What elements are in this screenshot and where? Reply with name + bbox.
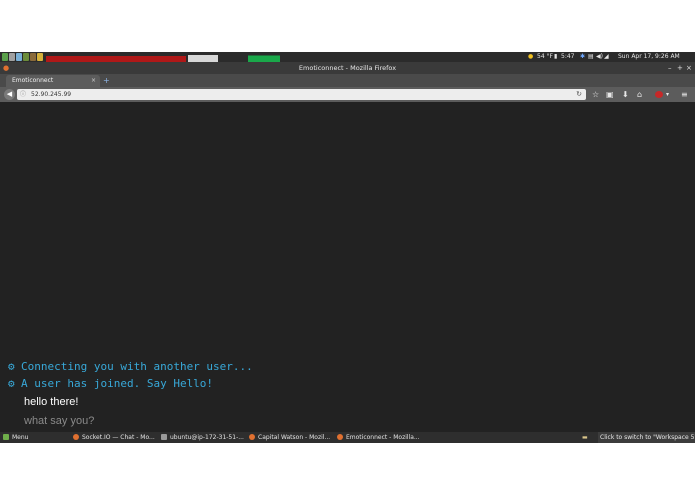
maximize-icon[interactable]: + (677, 62, 683, 74)
memory-graph (188, 52, 218, 62)
tab-bar: Emoticonnect × + (0, 74, 695, 87)
weather-icon[interactable]: ● (528, 52, 533, 62)
window-titlebar: ● Emoticonnect - Mozilla Firefox – + × (0, 62, 695, 74)
folder-icon[interactable]: ▬ (582, 432, 588, 443)
firefox-icon (337, 434, 343, 440)
taskbar-item[interactable]: Emoticonnect - Mozilla... (337, 432, 420, 443)
tab-label: Emoticonnect (12, 77, 54, 84)
gear-icon: ⚙ (8, 360, 15, 373)
taskbar-item[interactable]: ubuntu@ip-172-31-51-... (161, 432, 244, 443)
launcher-icon[interactable] (9, 53, 15, 61)
firefox-icon (73, 434, 79, 440)
launcher-icon[interactable] (2, 53, 8, 61)
weather-label[interactable]: 54 °F (537, 52, 553, 62)
info-icon[interactable]: ⓘ (20, 89, 26, 100)
tab-emoticonnect[interactable]: Emoticonnect × (6, 75, 100, 87)
system-message-text: A user has joined. Say Hello! (21, 377, 214, 390)
workspace-tooltip: Click to switch to "Workspace 5" (598, 432, 695, 443)
gear-icon: ⚙ (8, 377, 15, 390)
taskbar: Menu Socket.IO — Chat - Mo... ubuntu@ip-… (0, 432, 695, 443)
mint-menu-icon (3, 434, 9, 440)
adblock-icon[interactable] (655, 91, 663, 98)
launcher-icon[interactable] (16, 53, 22, 61)
firefox-icon (249, 434, 255, 440)
bookmarks-icon[interactable]: ▣ (606, 89, 614, 100)
window-title: Emoticonnect - Mozilla Firefox (298, 64, 397, 72)
chevron-down-icon[interactable]: ▾ (666, 89, 669, 100)
reload-icon[interactable]: ↻ (576, 89, 582, 100)
message-input[interactable] (22, 413, 426, 429)
minimize-icon[interactable]: – (668, 62, 672, 74)
network-graph (248, 52, 280, 62)
taskbar-item[interactable]: Socket.IO — Chat - Mo... (73, 432, 155, 443)
new-tab-button[interactable]: + (103, 74, 110, 87)
battery-icon[interactable]: ▮ (554, 52, 557, 62)
system-panel: ● 54 °F ▮ 5:47 ✱ ▤ ◀) ◢ Sun Apr 17, 9:26… (0, 52, 695, 62)
menu-button[interactable]: Menu (3, 432, 28, 443)
close-icon[interactable]: × (686, 62, 692, 74)
menu-label: Menu (12, 434, 29, 441)
menu-icon[interactable]: ≡ (681, 89, 688, 100)
tab-close-icon[interactable]: × (91, 75, 96, 87)
taskbar-item-label: ubuntu@ip-172-31-51-... (170, 434, 244, 441)
launcher-icon[interactable] (23, 53, 29, 61)
launcher-icon[interactable] (30, 53, 36, 61)
taskbar-item-label: Capital Watson - Mozil... (258, 434, 331, 441)
system-message: ⚙ A user has joined. Say Hello! (8, 377, 213, 390)
chat-page: ⚙ Connecting you with another user... ⚙ A … (0, 102, 695, 432)
home-icon[interactable]: ⌂ (637, 89, 642, 100)
cpu-graph (46, 52, 186, 62)
taskbar-item-label: Emoticonnect - Mozilla... (346, 434, 420, 441)
wifi-icon[interactable]: ◢ (604, 52, 609, 62)
chat-message: hello there! (24, 396, 79, 408)
star-icon[interactable]: ☆ (592, 89, 599, 100)
system-message-text: Connecting you with another user... (21, 360, 253, 373)
taskbar-item[interactable]: Capital Watson - Mozil... (249, 432, 330, 443)
volume-icon[interactable]: ◀) (596, 52, 603, 62)
terminal-icon (161, 434, 167, 440)
clock[interactable]: Sun Apr 17, 9:26 AM (618, 52, 680, 62)
back-icon[interactable]: ◀ (4, 89, 15, 100)
bluetooth-icon[interactable]: ✱ (580, 52, 585, 62)
download-icon[interactable]: ⬇ (622, 89, 629, 100)
screen: { "system_panel": { "weather": "54 °F", … (0, 0, 695, 494)
launcher-icon[interactable] (37, 53, 43, 61)
taskbar-item-label: Socket.IO — Chat - Mo... (82, 434, 155, 441)
url-bar[interactable]: ⓘ 52.90.245.99 ↻ (17, 89, 586, 100)
battery-time[interactable]: 5:47 (561, 52, 574, 62)
network-icon[interactable]: ▤ (588, 52, 594, 62)
navigation-toolbar: ◀ ⓘ 52.90.245.99 ↻ ☆ ▣ ⬇ ⌂ ▾ ≡ (0, 87, 695, 102)
system-message: ⚙ Connecting you with another user... (8, 360, 253, 373)
url-text[interactable]: 52.90.245.99 (31, 89, 71, 100)
